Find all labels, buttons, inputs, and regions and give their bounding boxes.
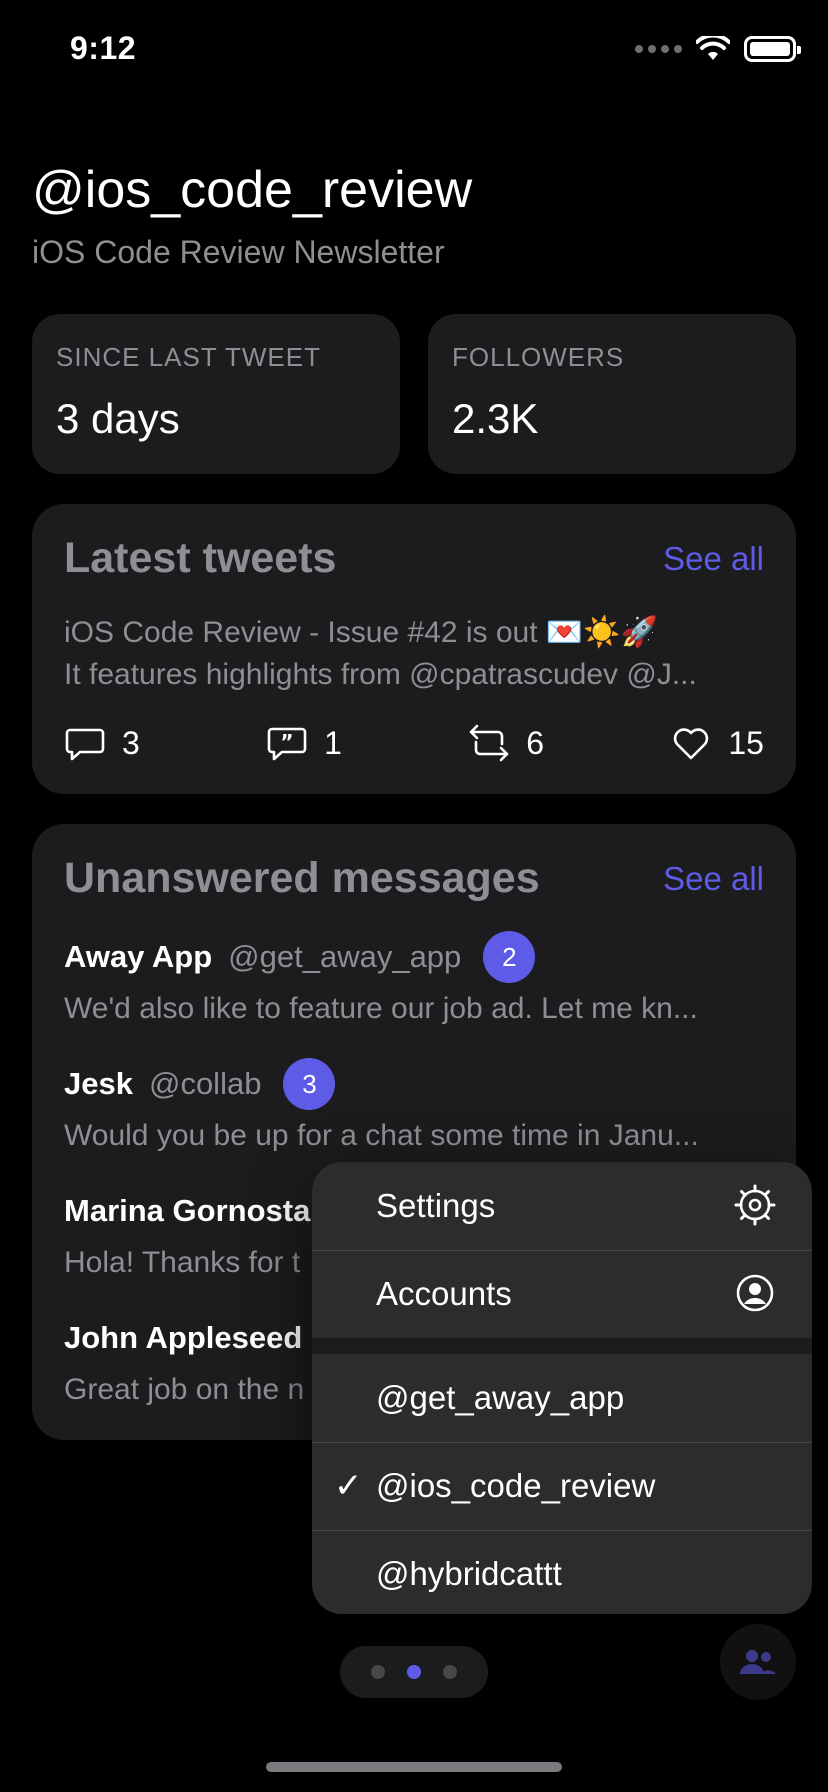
stat-value: 3 days (56, 395, 180, 442)
battery-icon (744, 36, 801, 62)
home-indicator[interactable] (266, 1762, 562, 1772)
message-sender-name: Away App (64, 939, 213, 974)
reply-icon (65, 728, 105, 761)
quotes-stat: ” 1 (266, 722, 342, 764)
message-preview: We'd also like to feature our job ad. Le… (64, 992, 698, 1025)
people-icon (740, 1650, 776, 1674)
message-sender-handle: @get_away_app (228, 939, 462, 974)
unread-count-badge: 2 (483, 931, 536, 983)
message-row[interactable]: Away App @get_away_app 2 We'd also like … (64, 930, 756, 1026)
menu-item-account-hybridcattt[interactable]: @hybridcattt (312, 1530, 812, 1614)
accounts-button[interactable] (720, 1624, 796, 1700)
message-sender-name: John Appleseed (64, 1320, 303, 1355)
menu-item-label: Accounts (376, 1275, 512, 1312)
message-sender-name: Jesk (64, 1066, 133, 1101)
wifi-icon (696, 36, 730, 60)
page-subtitle: iOS Code Review Newsletter (32, 234, 445, 270)
heart-icon (674, 728, 709, 760)
person-circle-icon (736, 1274, 774, 1312)
account-context-menu: Settings Accounts @get_away_app ✓ @ios_c… (312, 1162, 812, 1614)
stat-label: FOLLOWERS (452, 342, 625, 372)
replies-stat: 3 (64, 722, 140, 764)
panel-header: Latest tweets See all (64, 534, 764, 583)
menu-item-label: @get_away_app (376, 1379, 625, 1416)
tweet-stats: 3 ” 1 6 15 (64, 722, 764, 764)
page-dot[interactable] (443, 1665, 457, 1679)
menu-item-account-get-away-app[interactable]: @get_away_app (312, 1354, 812, 1442)
unread-count-badge: 3 (283, 1058, 336, 1110)
menu-section-gap (312, 1338, 812, 1354)
page-dot[interactable] (371, 1665, 385, 1679)
panel-title: Unanswered messages (64, 854, 540, 902)
menu-item-label: @hybridcattt (376, 1555, 562, 1592)
tweet-line-2: It features highlights from @cpatrascude… (64, 658, 697, 691)
retweet-icon (469, 724, 509, 762)
page-indicator[interactable] (340, 1646, 488, 1698)
menu-item-label: @ios_code_review (376, 1467, 656, 1504)
since-last-tweet-card[interactable]: SINCE LAST TWEET 3 days (32, 314, 400, 474)
see-all-tweets-button[interactable]: See all (663, 540, 764, 578)
message-preview: Would you be up for a chat some time in … (64, 1119, 699, 1152)
stat-label: SINCE LAST TWEET (56, 342, 321, 372)
message-sender-handle: @collab (148, 1066, 262, 1101)
status-bar: 9:12 (0, 0, 828, 100)
message-sender-name: Marina Gornosta (64, 1193, 311, 1228)
tweet-text: iOS Code Review - Issue #42 is out 💌☀️🚀 … (64, 612, 756, 696)
retweets-count: 6 (526, 724, 545, 761)
gear-icon (734, 1184, 776, 1226)
panel-title: Latest tweets (64, 534, 337, 582)
quote-icon: ” (267, 727, 307, 761)
svg-text:”: ” (281, 730, 294, 754)
status-time: 9:12 (70, 30, 137, 66)
latest-tweets-panel[interactable]: Latest tweets See all iOS Code Review - … (32, 504, 796, 794)
tweet-line-1: iOS Code Review - Issue #42 is out 💌☀️🚀 (64, 616, 658, 649)
quotes-count: 1 (324, 724, 342, 761)
page-dot-active[interactable] (407, 1665, 421, 1679)
message-row[interactable]: Jesk @collab 3 Would you be up for a cha… (64, 1057, 756, 1153)
status-icons (635, 36, 801, 62)
stat-value: 2.3K (452, 395, 539, 442)
menu-item-settings[interactable]: Settings (312, 1162, 812, 1250)
page-title: @ios_code_review (32, 161, 473, 219)
retweets-stat: 6 (468, 722, 544, 764)
panel-header: Unanswered messages See all (64, 854, 764, 903)
menu-item-account-ios-code-review[interactable]: ✓ @ios_code_review (312, 1442, 812, 1530)
likes-stat: 15 (670, 722, 764, 764)
checkmark-icon: ✓ (334, 1467, 363, 1505)
likes-count: 15 (728, 724, 764, 761)
followers-card[interactable]: FOLLOWERS 2.3K (428, 314, 796, 474)
cellular-signal-icon (635, 45, 682, 53)
see-all-messages-button[interactable]: See all (663, 860, 764, 898)
menu-item-label: Settings (376, 1187, 496, 1224)
replies-count: 3 (122, 724, 140, 761)
menu-item-accounts[interactable]: Accounts (312, 1250, 812, 1338)
